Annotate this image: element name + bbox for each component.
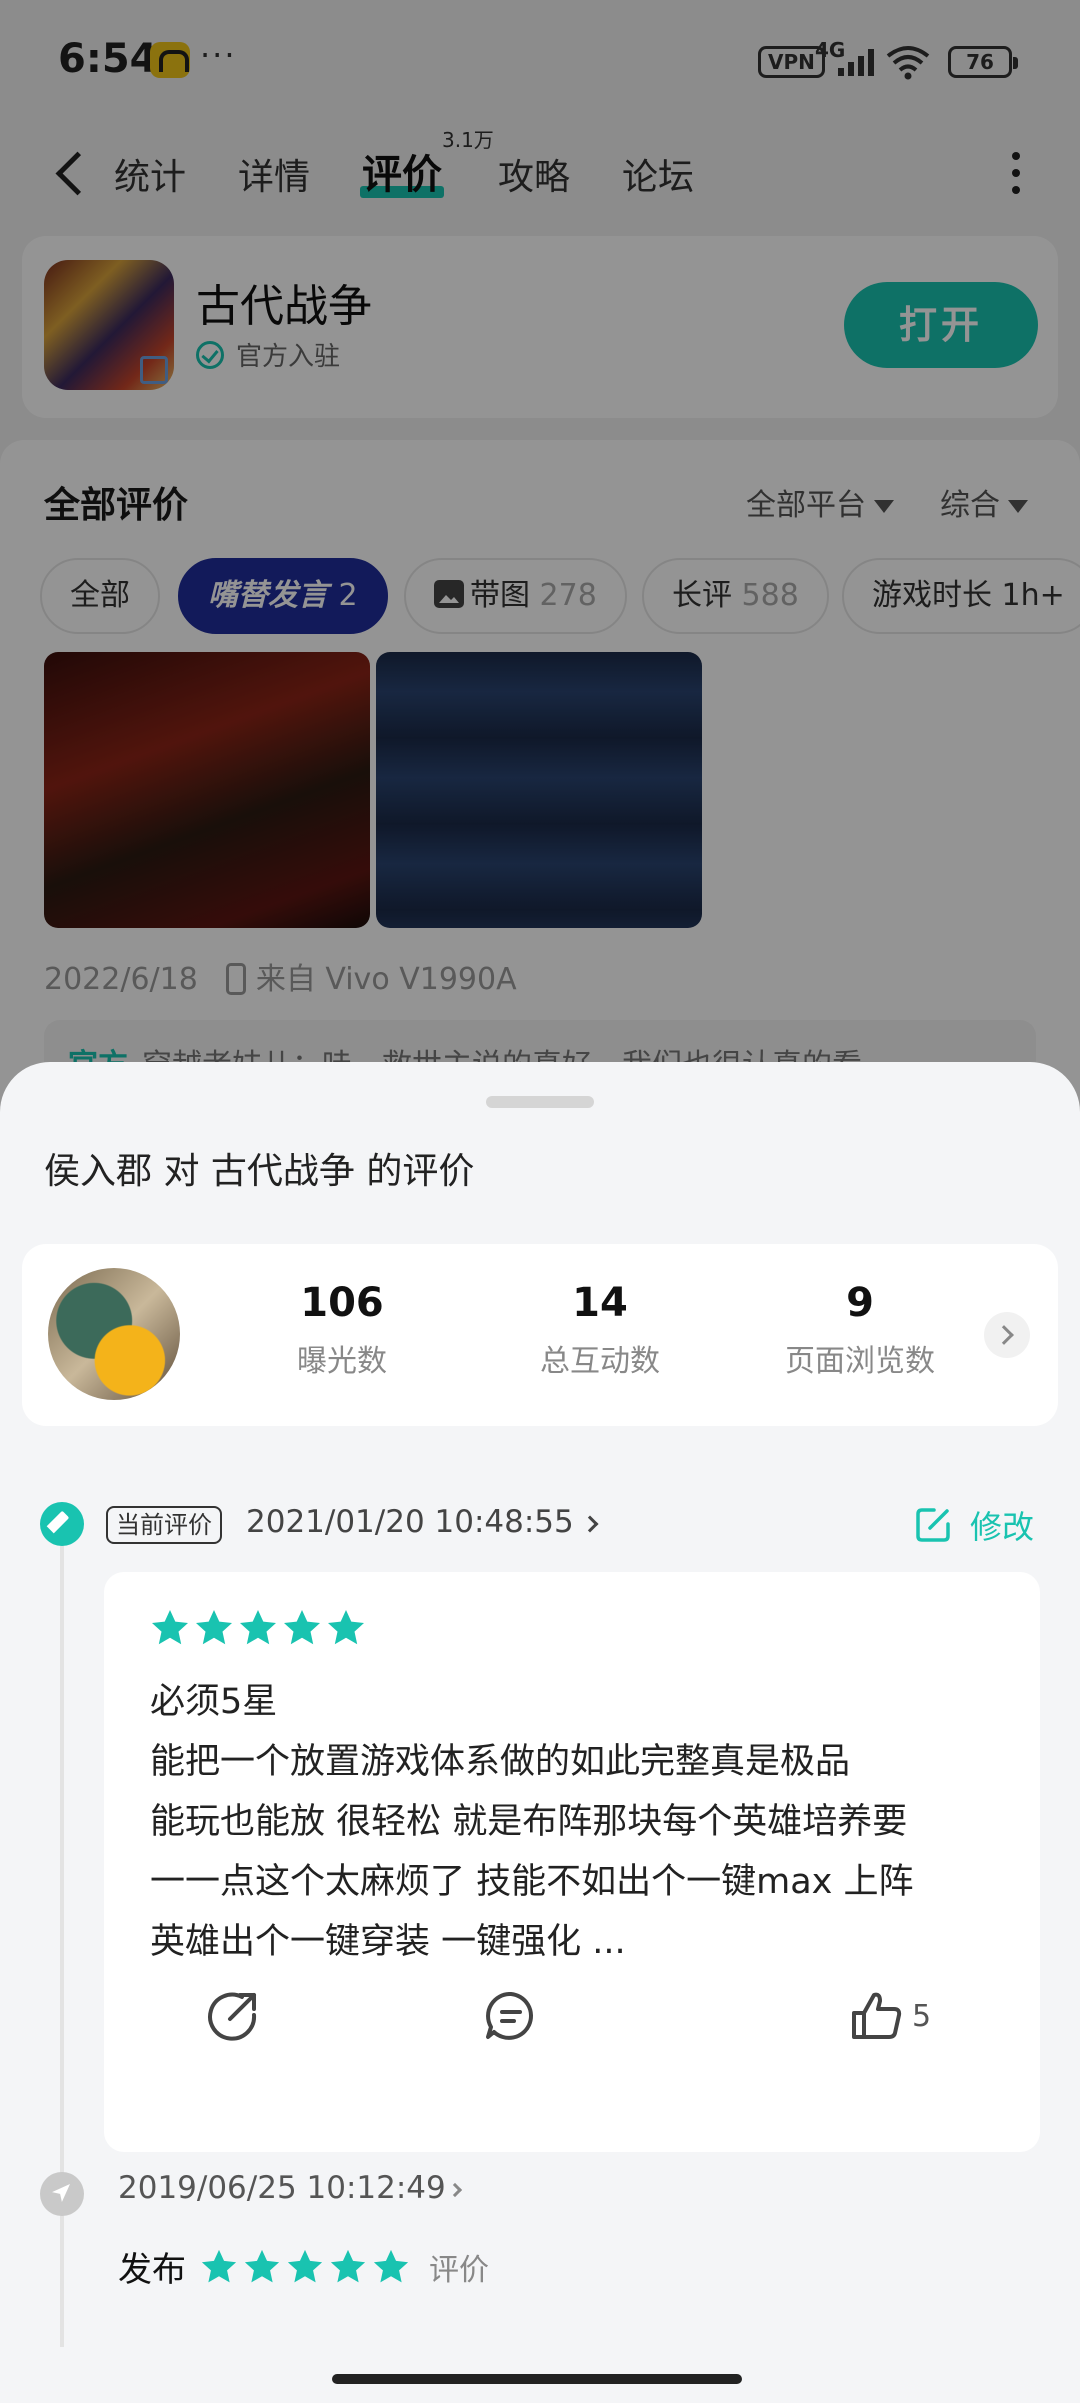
like-button[interactable]: 5 [848,1986,931,2046]
chevron-right-icon[interactable] [984,1312,1030,1358]
timeline-line [60,1532,64,2347]
drag-handle[interactable] [486,1096,594,1108]
sheet-title: 侯入郡 对 古代战争 的评价 [44,1151,475,1192]
chevron-right-icon [581,1515,599,1532]
stat-interactions: 14 总互动数 [490,1280,710,1380]
stat-exposure: 106 曝光数 [232,1280,452,1380]
publish-icon [40,2172,84,2216]
edit-icon [916,1508,950,1542]
avatar[interactable] [48,1268,180,1400]
edit-pen-icon [40,1502,84,1546]
share-icon [208,1992,257,2041]
star-icon [152,1610,188,1645]
star-icon [196,1610,232,1645]
history-entry: 发布 评价 [118,2242,489,2291]
share-button[interactable] [204,1986,262,2046]
chevron-right-icon [447,2182,462,2197]
comment-icon [486,1991,533,2040]
star-rating [150,1608,370,1648]
current-review-time[interactable]: 2021/01/20 10:48:55 [246,1504,599,1540]
stat-label: 页面浏览数 [785,1344,935,1379]
stat-value: 14 [572,1280,628,1326]
star-icon [284,1610,320,1645]
star-icon [373,2249,409,2282]
stat-label: 曝光数 [297,1344,387,1379]
stat-value: 106 [300,1280,384,1326]
history-suffix: 评价 [429,2252,489,2288]
star-icon [244,2249,280,2282]
comment-button[interactable] [482,1986,540,2046]
like-count: 5 [912,1998,932,2034]
star-rating [200,2248,415,2286]
home-indicator[interactable] [332,2374,742,2384]
history-time[interactable]: 2019/06/25 10:12:49 [118,2170,462,2206]
modify-button[interactable]: 修改 [914,1502,1034,1548]
star-icon [287,2249,323,2282]
current-review-card[interactable]: 必须5星 能把一个放置游戏体系做的如此完整真是极品 能玩也能放 很轻松 就是布阵… [104,1572,1040,2152]
stat-label: 总互动数 [540,1344,660,1379]
thumbs-up-icon [852,1992,902,2039]
history-action: 发布 [118,2250,186,2290]
review-text: 必须5星 能把一个放置游戏体系做的如此完整真是极品 能玩也能放 很轻松 就是布阵… [150,1682,914,1962]
stat-page-views: 9 页面浏览数 [750,1280,970,1380]
star-icon [330,2249,366,2282]
review-history-sheet: 侯入郡 对 古代战争 的评价 106 曝光数 14 总互动数 9 页面浏览数 当… [0,1062,1080,2403]
star-icon [328,1610,364,1645]
stats-card[interactable]: 106 曝光数 14 总互动数 9 页面浏览数 [22,1244,1058,1426]
stat-value: 9 [846,1280,874,1326]
current-review-tag: 当前评价 [106,1506,222,1544]
star-icon [201,2249,237,2282]
star-icon [240,1610,276,1645]
